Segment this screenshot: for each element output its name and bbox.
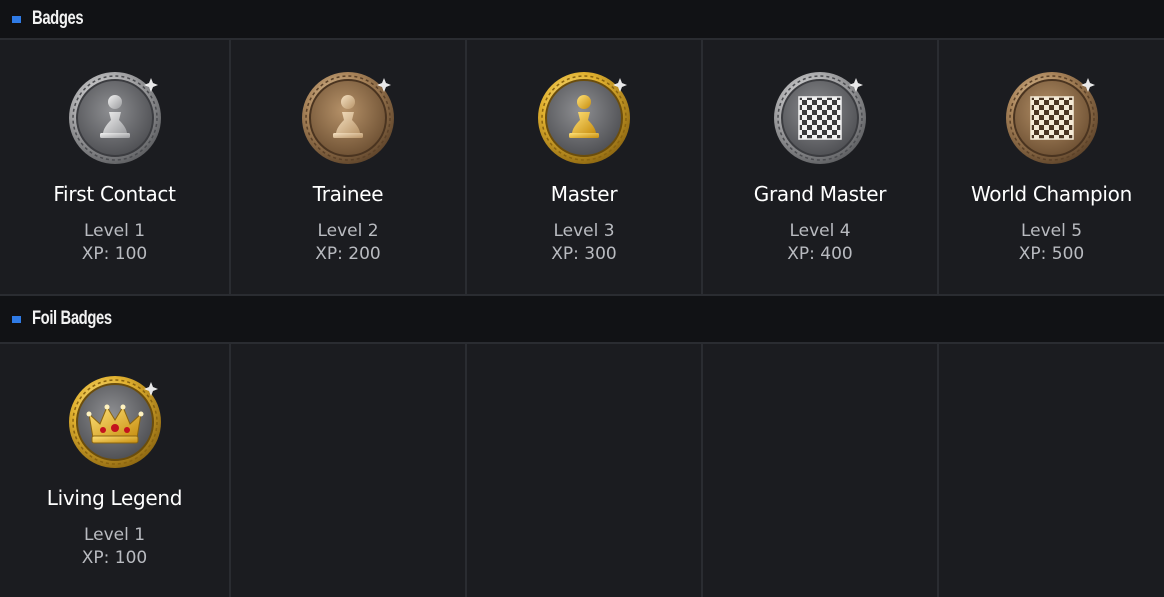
badge-card[interactable]: Master Level 3 XP: 300	[467, 40, 703, 296]
section-title: Badges	[32, 8, 84, 29]
section-title: Foil Badges	[32, 308, 112, 329]
gold-pawn-medal-icon	[536, 70, 632, 166]
badge-name: Living Legend	[46, 486, 183, 510]
foil-badges-section-header: Foil Badges	[0, 296, 1164, 344]
badge-card[interactable]: Trainee Level 2 XP: 200	[231, 40, 467, 296]
badge-level: Level 4	[789, 221, 851, 241]
badge-xp: XP: 200	[315, 244, 381, 264]
empty-badge-slot	[939, 344, 1164, 597]
badge-card[interactable]: First Contact Level 1 XP: 100	[0, 40, 231, 296]
empty-badge-slot	[467, 344, 703, 597]
badge-level: Level 5	[1020, 221, 1083, 241]
badge-name: Grand Master	[753, 182, 887, 206]
badges-section-header: Badges	[0, 0, 1164, 40]
silver-chessboard-medal-icon	[772, 70, 868, 166]
badge-card[interactable]: World Champion Level 5 XP: 500	[939, 40, 1164, 296]
badge-level: Level 3	[553, 221, 615, 241]
badge-card[interactable]: Grand Master Level 4 XP: 400	[703, 40, 939, 296]
badge-xp: XP: 100	[81, 548, 148, 568]
gold-crown-medal-icon	[67, 374, 163, 470]
badge-xp: XP: 500	[1018, 244, 1085, 264]
foil-badges-grid: Living Legend Level 1 XP: 100	[0, 344, 1164, 597]
section-bullet-icon	[12, 315, 21, 323]
empty-badge-slot	[703, 344, 939, 597]
badge-level: Level 1	[83, 525, 146, 545]
badge-card[interactable]: Living Legend Level 1 XP: 100	[0, 344, 231, 597]
badge-name: Trainee	[312, 182, 384, 206]
empty-badge-slot	[231, 344, 467, 597]
section-bullet-icon	[12, 15, 21, 23]
bronze-chessboard-medal-icon	[1004, 70, 1100, 166]
badge-name: Master	[550, 182, 618, 206]
badge-name: World Champion	[970, 182, 1132, 206]
badge-xp: XP: 100	[81, 244, 148, 264]
silver-pawn-medal-icon	[67, 70, 163, 166]
badge-xp: XP: 400	[787, 244, 853, 264]
badge-name: First Contact	[53, 182, 176, 206]
badge-xp: XP: 300	[551, 244, 617, 264]
badge-level: Level 2	[317, 221, 379, 241]
badges-grid: First Contact Level 1 XP: 100 Trainee Le…	[0, 40, 1164, 296]
bronze-pawn-medal-icon	[300, 70, 396, 166]
badge-level: Level 1	[83, 221, 146, 241]
